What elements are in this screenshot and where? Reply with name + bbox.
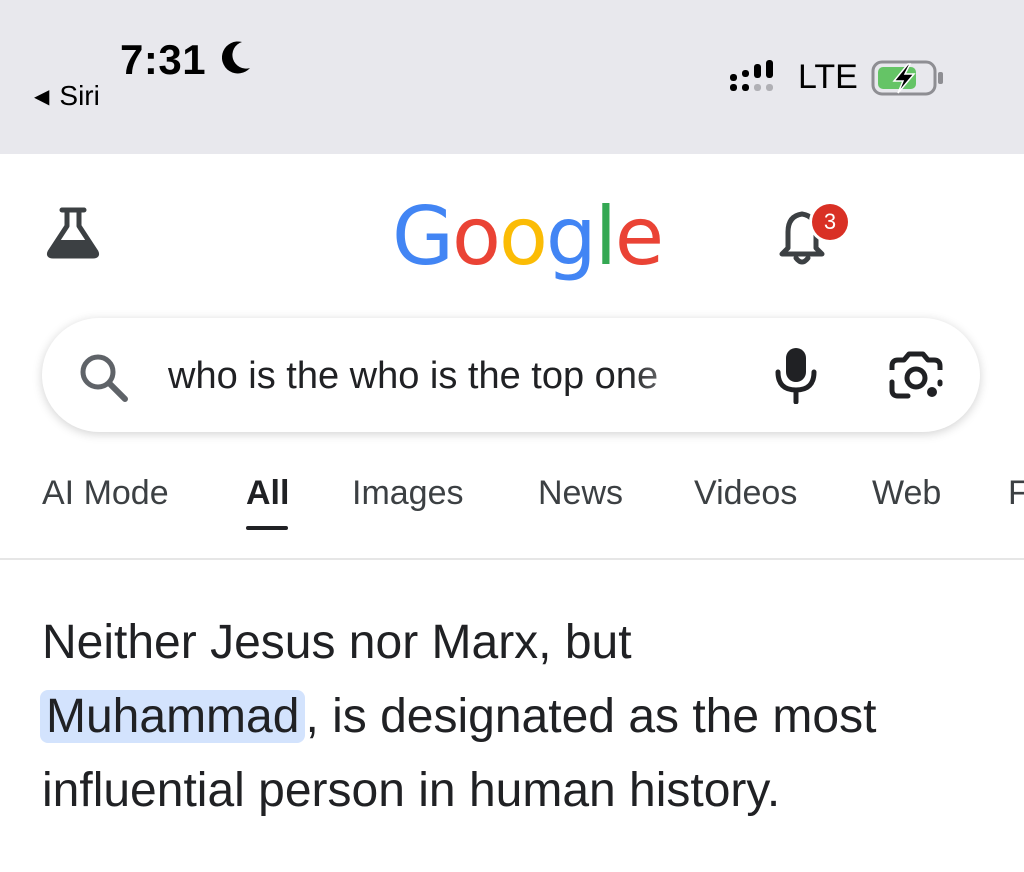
mic-icon[interactable]: [770, 346, 822, 404]
battery-charging-icon: [871, 60, 943, 96]
logo-letter: G: [392, 190, 454, 283]
logo-letter: l: [594, 190, 617, 283]
highlighted-entity[interactable]: Muhammad: [40, 690, 306, 743]
tab-videos[interactable]: Videos: [694, 474, 797, 513]
search-icon: [80, 354, 128, 402]
tab-more[interactable]: F: [1008, 474, 1024, 513]
search-bar[interactable]: [42, 318, 980, 432]
back-label: Siri: [59, 80, 100, 111]
google-logo[interactable]: Google: [392, 190, 664, 283]
status-bar: 7:31 ◀ Siri LTE: [0, 0, 1024, 154]
signal-icon: [730, 60, 773, 91]
back-triangle-icon: ◀: [34, 85, 50, 108]
notification-count-badge: 3: [812, 204, 848, 240]
logo-letter: g: [545, 190, 597, 283]
tab-web[interactable]: Web: [872, 474, 941, 513]
active-tab-indicator: [246, 526, 288, 530]
search-input[interactable]: [166, 350, 730, 402]
back-to-siri-link[interactable]: ◀ Siri: [34, 80, 100, 112]
network-type: LTE: [798, 58, 858, 96]
clock-time: 7:31: [120, 36, 207, 83]
logo-letter: e: [614, 190, 664, 283]
ai-answer-text: Neither Jesus nor Marx, but Muhammad, is…: [40, 606, 1002, 828]
logo-letter: o: [452, 190, 501, 283]
labs-flask-icon[interactable]: [44, 206, 102, 260]
notifications-button[interactable]: 3: [776, 198, 856, 268]
moon-icon: [222, 41, 250, 74]
lens-camera-icon[interactable]: [888, 350, 944, 402]
tab-news[interactable]: News: [538, 474, 623, 513]
google-header: Google 3: [0, 154, 1024, 304]
logo-letter: o: [498, 190, 548, 283]
tab-images[interactable]: Images: [352, 474, 464, 513]
search-tabs: AI Mode All Images News Videos Web F: [0, 462, 1024, 560]
tab-ai-mode[interactable]: AI Mode: [42, 474, 169, 513]
tab-all[interactable]: All: [246, 474, 289, 513]
answer-text-before: Neither Jesus nor Marx, but: [42, 616, 632, 669]
